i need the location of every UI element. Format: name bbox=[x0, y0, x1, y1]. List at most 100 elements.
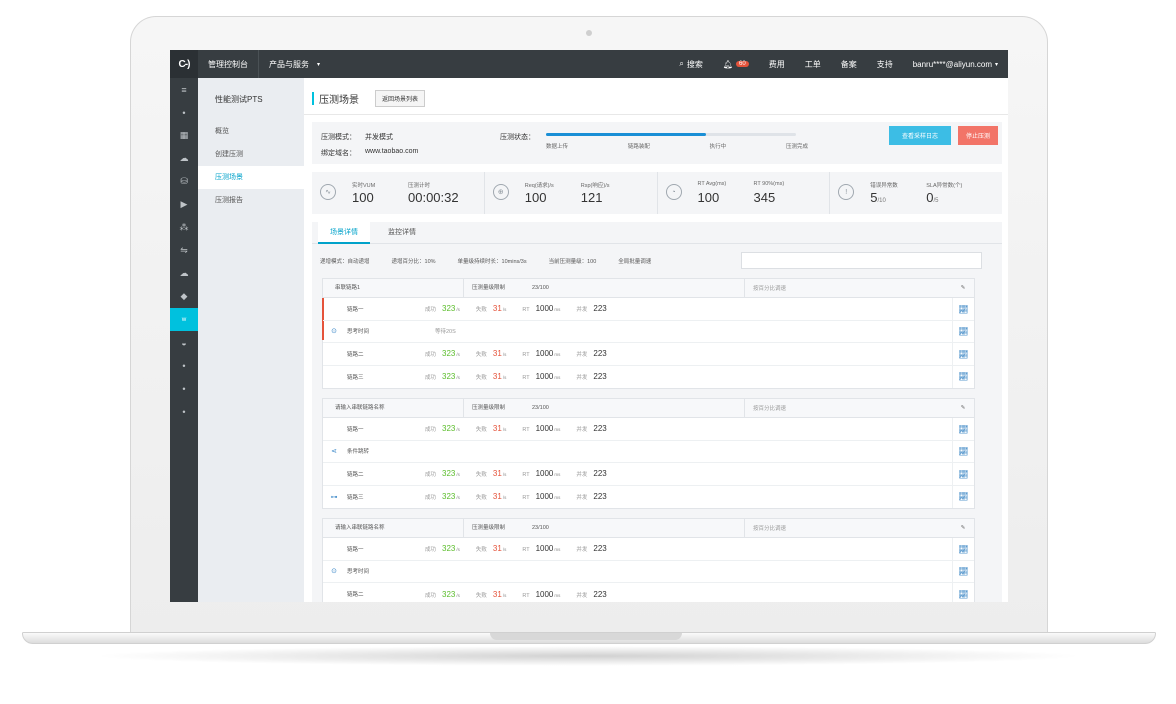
unit: ms bbox=[554, 352, 561, 358]
fail-label: 失败 bbox=[475, 592, 487, 599]
unit: /s bbox=[456, 307, 460, 313]
fail-value: 31 bbox=[492, 372, 502, 382]
dot-icon[interactable]: • bbox=[170, 101, 198, 124]
products-menu[interactable]: 产品与服务 ▾ bbox=[259, 50, 330, 78]
concurrency-label: 并发 bbox=[576, 592, 588, 599]
line-chart-icon[interactable]: 📈︎ bbox=[952, 365, 974, 388]
concurrency-label: 并发 bbox=[576, 547, 588, 554]
cloud-outline-icon[interactable]: ☁ bbox=[170, 262, 198, 285]
page-header: 压测场景 返回场景列表 bbox=[312, 90, 426, 107]
user-menu[interactable]: banru****@aliyun.com ▾ bbox=[903, 50, 1008, 78]
sidebar-item-reports[interactable]: 压测报告 bbox=[198, 189, 304, 212]
view-sample-log-button[interactable]: 查看采样日志 bbox=[889, 126, 951, 145]
support-link[interactable]: 支持 bbox=[867, 50, 903, 78]
line-chart-icon[interactable]: 📈︎ bbox=[952, 583, 974, 602]
group-name-input[interactable]: 请输入串联链路名称 bbox=[323, 398, 464, 418]
play-icon[interactable]: ▶ bbox=[170, 193, 198, 216]
metric-label: Req(请求)/s bbox=[524, 183, 554, 189]
unit: /s bbox=[456, 427, 460, 433]
rt-label: RT bbox=[522, 495, 530, 502]
link-group: 请输入串联链路名称 压测量级限制 23/100 按百分比调速 ✎ 链路一 成功 323/s 失败… bbox=[322, 518, 975, 602]
link-icon: ⊶ bbox=[330, 493, 338, 501]
line-chart-icon[interactable]: 📈︎ bbox=[952, 485, 974, 508]
database-icon[interactable]: ⛁ bbox=[170, 170, 198, 193]
success-label: 成功 bbox=[425, 547, 437, 554]
global-speed-input[interactable] bbox=[741, 252, 982, 269]
grid-icon[interactable]: ▦ bbox=[170, 124, 198, 147]
link-row: ⊶ 链路三 成功 323/s 失败 31/s RT 1000 ms 并发 223 📈︎ bbox=[323, 485, 974, 509]
main-content: 压测场景 返回场景列表 压测模式： 并发模式 绑定域名： www.taobao.… bbox=[304, 78, 1008, 602]
percent-speed-input[interactable]: 按百分比调速 bbox=[745, 284, 952, 292]
metrics-panel: ∿ 实时VUM 100 压测计时 00:00:32 ⊕ Req(请求)/s 100 Rsp(响应… bbox=[312, 172, 1002, 214]
line-chart-icon[interactable]: 📈︎ bbox=[952, 538, 974, 560]
unit: /s bbox=[502, 375, 507, 381]
sidebar-item-overview[interactable]: 概览 bbox=[198, 120, 304, 143]
concurrency: 并发 223 bbox=[576, 424, 606, 433]
rt-label: RT bbox=[522, 427, 530, 434]
line-chart-icon[interactable]: 📈︎ bbox=[952, 560, 974, 583]
dot-icon[interactable]: • bbox=[170, 354, 198, 377]
line-chart-icon[interactable]: 📈︎ bbox=[952, 418, 974, 440]
diamond-icon[interactable]: ◆ bbox=[170, 285, 198, 308]
tab-monitoring-details[interactable]: 监控详情 bbox=[376, 222, 428, 244]
unit: /s bbox=[456, 472, 460, 478]
fail-rate: 失败 31/s bbox=[476, 372, 506, 381]
back-to-list-button[interactable]: 返回场景列表 bbox=[375, 90, 426, 107]
edit-icon[interactable]: ✎ bbox=[952, 405, 974, 411]
pts-icon[interactable]: ʷ bbox=[170, 308, 198, 331]
console-link[interactable]: 管理控制台 bbox=[198, 50, 258, 78]
group-name-input[interactable]: 请输入串联链路名称 bbox=[323, 518, 464, 538]
limit-label: 压测量级限制 bbox=[472, 404, 506, 411]
metric-label: RT 90%(ms) bbox=[753, 181, 785, 187]
progress-fill bbox=[546, 133, 706, 136]
rt-value: 1000 bbox=[535, 372, 554, 382]
success-value: 323 bbox=[442, 589, 456, 599]
expand-icon[interactable]: ≡ bbox=[170, 78, 198, 101]
link-row: 链路一 成功 323/s 失败 31/s RT 1000 ms 并发 223 📈︎ bbox=[323, 538, 974, 561]
sidebar-item-scenarios[interactable]: 压测场景 bbox=[198, 166, 304, 189]
line-chart-icon[interactable]: 📈︎ bbox=[952, 463, 974, 485]
percent-speed-input[interactable]: 按百分比调速 bbox=[745, 524, 952, 532]
search-button[interactable]: ⌕ 搜索 bbox=[669, 50, 712, 78]
rt-value: 1000 bbox=[535, 349, 554, 359]
mode-label: 压测模式： bbox=[321, 134, 356, 141]
dot-icon[interactable]: • bbox=[170, 377, 198, 400]
link-row: 链路三 成功 323/s 失败 31/s RT 1000 ms 并发 223 📈︎ bbox=[323, 365, 974, 389]
success-label: 成功 bbox=[425, 427, 437, 434]
response-time: RT 1000 ms bbox=[522, 492, 560, 501]
line-chart-icon[interactable]: 📈︎ bbox=[952, 320, 974, 343]
share-icon[interactable]: ⇋ bbox=[170, 239, 198, 262]
concurrency: 并发 223 bbox=[576, 304, 606, 313]
stop-test-button[interactable]: 停止压测 bbox=[958, 126, 998, 145]
tickets-link[interactable]: 工单 bbox=[795, 50, 831, 78]
rt-value: 1000 bbox=[535, 424, 554, 434]
ramp-settings-bar: 递增模式：自动递增 递增百分比：10% 单量级持续时长：10mins/3s 当前… bbox=[320, 252, 1000, 270]
rt-label: RT bbox=[522, 352, 530, 359]
line-chart-icon[interactable]: 📈︎ bbox=[952, 343, 974, 365]
aliyun-logo[interactable]: C-) bbox=[170, 50, 198, 78]
group-name-input[interactable]: 串联链路1 bbox=[323, 278, 464, 298]
dot-icon[interactable]: • bbox=[170, 400, 198, 423]
link-name: 链路一 bbox=[347, 546, 364, 553]
concurrency-value: 223 bbox=[593, 349, 607, 359]
line-chart-icon[interactable]: 📈︎ bbox=[952, 440, 974, 463]
cloud-icon[interactable]: ☁ bbox=[170, 147, 198, 170]
billing-link[interactable]: 费用 bbox=[759, 50, 795, 78]
tab-scenario-details[interactable]: 场景详情 bbox=[318, 222, 370, 244]
network-icon[interactable]: ⁂ bbox=[170, 216, 198, 239]
top-navbar: C-) 管理控制台 产品与服务 ▾ ⌕ 搜索 🔔︎ 60 费用 工单 备案 支持… bbox=[170, 50, 1008, 78]
stack-icon[interactable]: ◒ bbox=[170, 331, 198, 354]
sidebar-item-create[interactable]: 创建压测 bbox=[198, 143, 304, 166]
unit: ms bbox=[554, 427, 561, 433]
percent-speed-input[interactable]: 按百分比调速 bbox=[745, 404, 952, 412]
line-chart-icon[interactable]: 📈︎ bbox=[952, 298, 974, 320]
success-value: 323 bbox=[442, 424, 456, 434]
link-name: 思考时间 bbox=[347, 569, 370, 576]
step-upload: 数据上传 bbox=[546, 144, 569, 150]
status-label: 压测状态： bbox=[500, 134, 535, 141]
icp-link[interactable]: 备案 bbox=[831, 50, 867, 78]
edit-icon[interactable]: ✎ bbox=[952, 525, 974, 531]
edit-icon[interactable]: ✎ bbox=[952, 285, 974, 291]
notifications-button[interactable]: 🔔︎ 60 bbox=[713, 50, 759, 78]
metric-value: 0/5 bbox=[926, 190, 939, 205]
